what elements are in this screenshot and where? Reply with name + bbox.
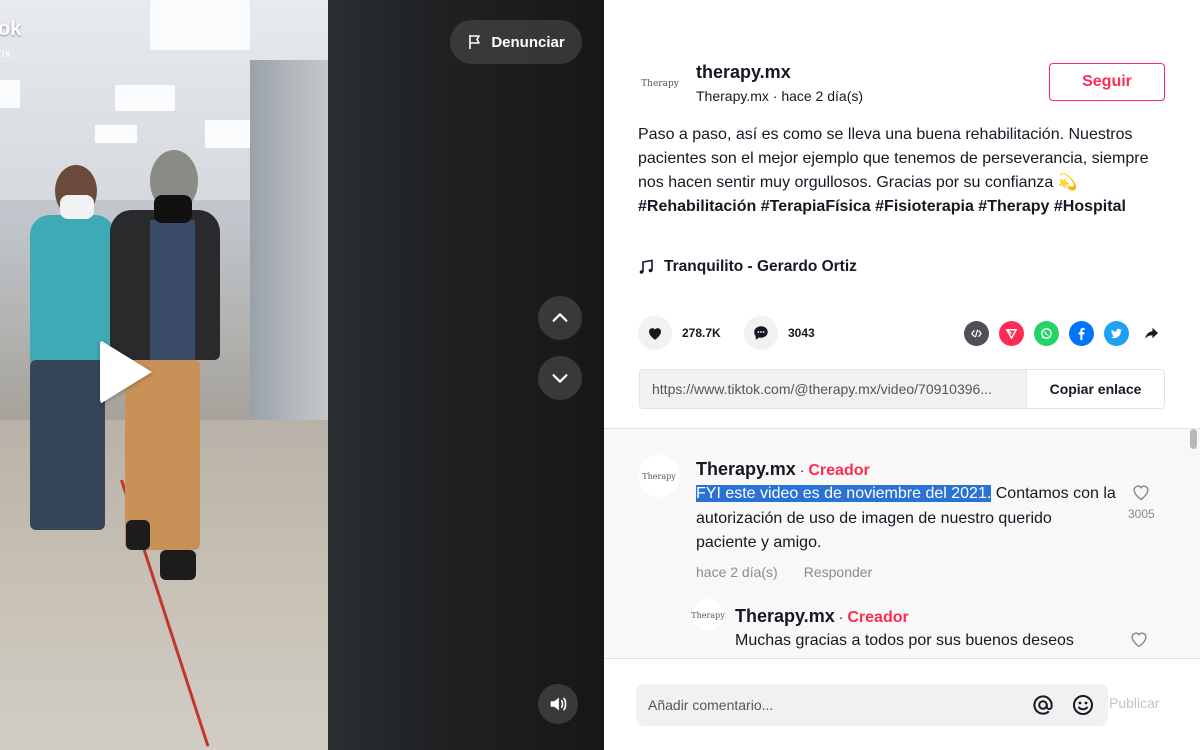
hashtag[interactable]: #Hospital [1054, 198, 1126, 215]
music-link[interactable]: Tranquilito - Gerardo Ortiz [638, 258, 857, 276]
ceiling-light [150, 0, 250, 50]
reply-avatar-logo: Therapy [691, 610, 725, 620]
comment-count: 3043 [788, 326, 815, 340]
details-panel: Therapy therapy.mx Therapy.mx · hace 2 d… [604, 0, 1200, 750]
post-button[interactable]: Publicar [1109, 695, 1160, 711]
comments-list[interactable]: Therapy Therapy.mx · Creador FYI este vide… [604, 428, 1200, 658]
patient-mask [154, 195, 192, 223]
send-icon[interactable] [999, 321, 1024, 346]
copy-link-box: https://www.tiktok.com/@therapy.mx/video… [639, 369, 1165, 409]
flag-icon [469, 35, 481, 49]
share-arrow-icon[interactable] [1139, 321, 1164, 346]
reply-avatar[interactable]: Therapy [691, 599, 725, 631]
comment-time: hace 2 día(s) [696, 564, 778, 580]
twitter-icon[interactable] [1104, 321, 1129, 346]
hashtag[interactable]: #TerapiaFísica [761, 198, 871, 215]
wall [250, 60, 328, 440]
follow-button[interactable]: Seguir [1049, 63, 1165, 101]
next-video-button[interactable] [538, 356, 582, 400]
report-label: Denunciar [491, 33, 565, 51]
creator-badge: Creador [808, 462, 870, 479]
like-count: 278.7K [682, 326, 721, 340]
at-icon[interactable] [1030, 692, 1056, 718]
ceiling-light [95, 125, 137, 143]
comments-scrollbar[interactable] [1190, 429, 1197, 449]
comment-meta: hace 2 día(s) Responder [696, 564, 872, 580]
comment-input-box[interactable] [636, 684, 1108, 726]
previous-video-button[interactable] [538, 296, 582, 340]
comment-stat[interactable]: 3043 [744, 316, 815, 350]
heart-icon [649, 328, 661, 340]
whatsapp-icon[interactable] [1034, 321, 1059, 346]
reply-separator: · [838, 609, 844, 625]
comment-button[interactable] [744, 316, 778, 350]
comment-avatar-logo: Therapy [642, 471, 676, 481]
comment-text: FYI este video es de noviembre del 2021.… [696, 482, 1116, 556]
hashtag[interactable]: #Fisioterapia [875, 198, 974, 215]
volume-icon [550, 697, 567, 711]
video-brand-sub: nx [0, 46, 11, 60]
comment-avatar[interactable]: Therapy [638, 455, 680, 497]
hashtag[interactable]: #Therapy [978, 198, 1049, 215]
copy-link-button[interactable]: Copiar enlace [1026, 370, 1164, 408]
report-button[interactable]: Denunciar [450, 20, 582, 64]
comment-composer: Publicar [604, 658, 1200, 750]
comment-selected-text: FYI este video es de noviembre del 2021. [696, 485, 992, 502]
comment-icon [754, 326, 768, 340]
share-bar [964, 321, 1164, 346]
ceiling-light [115, 85, 175, 111]
author-avatar[interactable]: Therapy [638, 62, 682, 106]
heart-outline-icon [1131, 632, 1147, 648]
chevron-down-icon [552, 374, 568, 383]
comment-author[interactable]: Therapy.mx · Creador [696, 459, 870, 480]
reply-author-name: Therapy.mx [735, 606, 835, 626]
like-stat[interactable]: 278.7K [638, 316, 721, 350]
volume-button[interactable] [538, 684, 578, 724]
play-icon[interactable] [100, 340, 152, 404]
reply-author[interactable]: Therapy.mx · Creador [735, 606, 909, 627]
creator-badge: Creador [847, 609, 909, 626]
caption-emoji: 💫 [1057, 174, 1078, 191]
music-title: Tranquilito - Gerardo Ortiz [664, 258, 857, 275]
ceiling-light [0, 80, 20, 108]
video-frame[interactable]: ok nx [0, 0, 328, 750]
like-button[interactable] [638, 316, 672, 350]
emoji-icon[interactable] [1070, 692, 1096, 718]
author-username[interactable]: therapy.mx [696, 62, 791, 83]
patient-shoe [160, 550, 196, 580]
reply-button[interactable]: Responder [804, 564, 873, 580]
patient-shirt [150, 220, 195, 360]
author-meta: Therapy.mx · hace 2 día(s) [696, 88, 864, 104]
comment-author-name: Therapy.mx [696, 459, 796, 479]
reply-like[interactable] [1128, 628, 1150, 650]
music-note-icon [639, 259, 653, 274]
comment-like-count: 3005 [1128, 507, 1155, 521]
video-link-url[interactable]: https://www.tiktok.com/@therapy.mx/video… [640, 370, 1026, 408]
video-player[interactable]: ok nx Denunciar [0, 0, 604, 750]
nurse-mask [60, 195, 94, 219]
hashtag[interactable]: #Rehabilitación [638, 198, 756, 215]
embed-icon[interactable] [964, 321, 989, 346]
reply-text: Muchas gracias a todos por sus buenos de… [735, 632, 1074, 649]
comment-separator: · [799, 462, 805, 478]
comment-input[interactable] [648, 697, 1016, 713]
facebook-icon[interactable] [1069, 321, 1094, 346]
video-caption: Paso a paso, así es como se lleva una bu… [638, 123, 1158, 219]
chevron-up-icon [552, 313, 568, 322]
nurse-legs [30, 360, 105, 530]
comment-like[interactable]: 3005 [1128, 481, 1155, 521]
video-brand-text: ok [0, 18, 22, 40]
author-avatar-logo: Therapy [641, 79, 679, 89]
heart-outline-icon [1133, 485, 1149, 501]
patient-shoe [126, 520, 150, 550]
